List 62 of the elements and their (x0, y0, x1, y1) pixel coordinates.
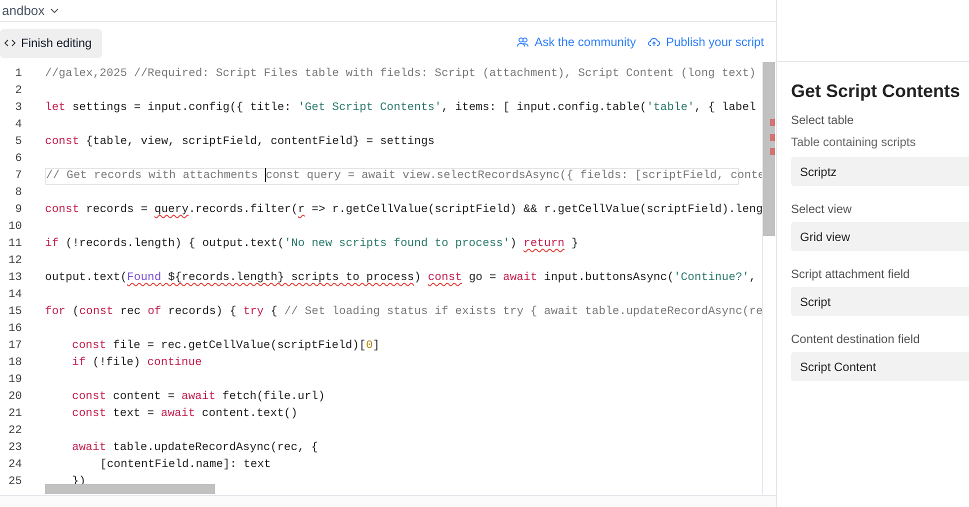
code-line: const {table, view, scriptField, contentField} = settings (45, 134, 435, 150)
line-number: 10 (7, 220, 22, 235)
people-icon (516, 37, 529, 47)
chevron-down-icon[interactable] (50, 8, 59, 14)
error-marker (770, 119, 775, 126)
error-marker (770, 148, 775, 155)
line-number: 8 (14, 186, 22, 201)
code-line: //galex,2025 //Required: Script Files table with fields: Script (attachment), Script Content (long text) (45, 66, 756, 82)
select-field[interactable]: Script (791, 287, 969, 316)
line-number: 3 (14, 100, 22, 116)
line-number: 14 (7, 288, 22, 303)
field-label: Select table (791, 112, 855, 129)
line-number: 21 (7, 406, 22, 422)
field-label: Select view (791, 201, 853, 218)
line-number: 15 (7, 304, 22, 320)
panel-title: Get Script Contents (791, 80, 962, 103)
publish-link[interactable]: Publish your script (648, 33, 764, 51)
code-line: output.text(Found ${records.length} scripts to process) const go = await input.buttonsAsync('Continue?', (45, 270, 756, 286)
line-number: 1 (14, 66, 22, 82)
line-number: 24 (7, 458, 22, 473)
select-field[interactable]: Script Content (791, 352, 969, 381)
field-label: Script attachment field (791, 266, 911, 283)
code-line: const file = rec.getCellValue(scriptField)[0] (72, 338, 380, 354)
line-number: 19 (7, 372, 22, 388)
line-number: 22 (7, 424, 22, 439)
line-number: 20 (7, 390, 22, 405)
code-line: let settings = input.config({ title: 'Get Script Contents', items: [ input.config.table('table', { label (45, 100, 756, 116)
line-number: 7 (14, 168, 22, 184)
code-line: if (!records.length) { output.text('No new scripts found to process') return } (45, 236, 578, 252)
line-number: 17 (7, 338, 22, 354)
finish-editing-button[interactable]: Finish editing (0, 28, 102, 58)
code-line: const text = await content.text() (72, 406, 298, 422)
line-number: 23 (7, 440, 22, 456)
select-field[interactable]: Scriptz (791, 157, 969, 186)
line-number: 12 (7, 254, 22, 269)
line-number: 13 (7, 270, 22, 286)
field-label: Content destination field (791, 331, 921, 348)
select-field[interactable]: Grid view (791, 222, 969, 251)
line-number: 6 (14, 152, 22, 167)
scrollbar-thumb[interactable] (763, 62, 775, 236)
line-number: 25 (7, 474, 22, 490)
code-line: for (const rec of records) { try { // Set loading status if exists try { await table.updateRecordAsync(re (45, 304, 763, 320)
error-marker (770, 134, 775, 141)
code-line: const records = query.records.filter(r => r.getCellValue(scriptField) && r.getCellValue(scriptField).leng (45, 202, 763, 218)
code-line: [contentField.name]: text (100, 458, 271, 473)
code-line: const content = await fetch(file.url) (72, 390, 325, 405)
line-number: 16 (7, 322, 22, 337)
horizontal-scrollbar-thumb[interactable] (45, 484, 215, 494)
code-icon (4, 39, 16, 47)
line-number: 5 (14, 134, 22, 150)
field-hint: Table containing scripts (791, 134, 917, 151)
cloud-upload-icon (648, 37, 660, 47)
line-number: 11 (7, 236, 22, 252)
base-name[interactable]: andbox (2, 0, 45, 20)
community-link[interactable]: Ask the community (516, 33, 636, 51)
line-number: 2 (14, 84, 22, 99)
code-line: if (!file) continue (72, 356, 202, 371)
line-number: 4 (14, 118, 22, 133)
vertical-scrollbar[interactable] (762, 62, 775, 494)
code-line: await table.updateRecordAsync(rec, { (72, 440, 318, 456)
line-number: 9 (14, 202, 22, 218)
line-number: 18 (7, 356, 22, 371)
